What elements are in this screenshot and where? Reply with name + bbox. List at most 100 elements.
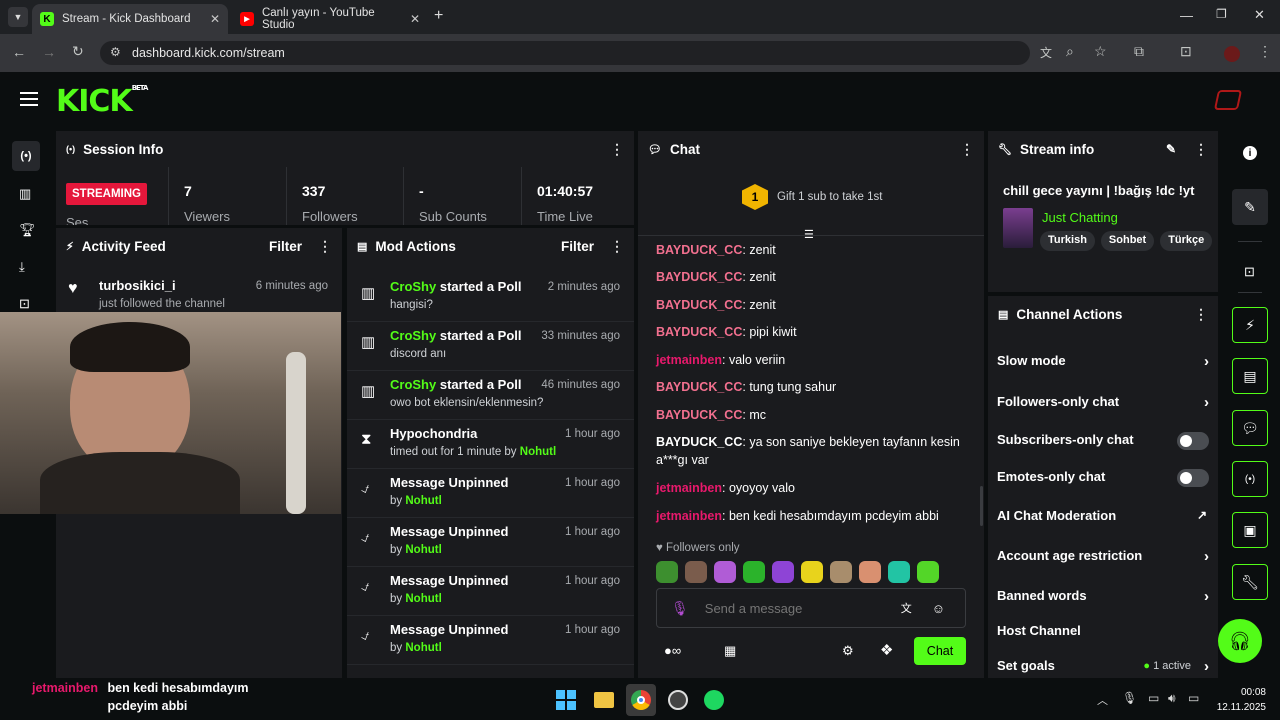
people-icon[interactable]: ●∞ [664,643,681,658]
gift-text[interactable]: Gift 1 sub to take 1st [777,191,882,203]
zoom-icon[interactable]: ⌕ [1066,43,1074,60]
back-icon[interactable]: ← [12,44,26,60]
rail-lightning-button[interactable]: ⚡︎ [1232,307,1268,343]
spotify-taskbar-icon[interactable] [704,690,724,710]
filter-button[interactable]: Filter [561,239,594,254]
microphone-tray-icon[interactable]: 🎙︎ [1122,691,1137,705]
clip-icon[interactable]: ⊡ [1244,264,1255,280]
chat-username[interactable]: jetmainben [656,353,722,367]
network-tray-icon[interactable]: ▭ [1148,691,1159,705]
chat-message[interactable]: jetmainben: ben kedi hesabımdayım pcdeyi… [656,507,968,525]
edit-pencil-icon[interactable]: ✎ [1166,142,1176,156]
chat-username[interactable]: jetmainben [656,481,722,495]
volume-tray-icon[interactable]: 🔊︎ [1168,691,1176,706]
stream-tag[interactable]: Turkish [1040,231,1095,251]
translate-icon[interactable]: 文 [901,600,912,616]
maximize-button[interactable]: ❐ [1216,7,1227,21]
kick-logo[interactable]: KICKBETA [56,84,148,119]
nav-clips-icon[interactable]: ⊡ [19,296,30,312]
chat-username[interactable]: BAYDUCK_CC [656,325,742,339]
chrome-taskbar-icon[interactable] [626,684,656,716]
clock-time[interactable]: 00:08 [1226,687,1266,698]
chat-message[interactable]: BAYDUCK_CC: zenit [656,296,968,314]
screenshot-icon[interactable]: ⊡ [1180,43,1192,60]
rail-broadcast-button[interactable]: (•) [1232,461,1268,497]
chat-message[interactable]: BAYDUCK_CC: tung tung sahur [656,378,968,396]
translate-icon[interactable]: 文 [1040,44,1052,61]
more-options-icon[interactable]: ⋮ [1194,141,1208,158]
microphone-icon[interactable]: 🎙︎ [671,600,689,617]
gift-icon[interactable]: ❖ [880,641,893,659]
close-tab-icon[interactable]: ✕ [410,12,420,26]
chat-message[interactable]: jetmainben: oyoyoy valo [656,479,968,497]
nav-stream-icon[interactable]: (•) [12,141,40,171]
rail-chat-button[interactable]: 💬︎ [1232,410,1268,446]
chat-input[interactable] [704,600,895,616]
channel-action-set-goals[interactable]: Set goals ● 1 active › [997,658,1209,678]
more-options-icon[interactable]: ⋮ [318,238,332,255]
stream-tag[interactable]: Türkçe [1160,231,1213,251]
hamburger-menu-icon[interactable] [20,92,38,106]
edit-rail-button[interactable]: ✎ [1232,189,1268,225]
more-options-icon[interactable]: ⋮ [610,141,624,158]
nav-analytics-icon[interactable]: ▥ [19,186,31,202]
emote-icon[interactable] [801,561,823,583]
forward-icon[interactable]: → [42,44,56,60]
address-bar[interactable]: ⚙ dashboard.kick.com/stream [100,41,1030,65]
rail-video-button[interactable]: ▣ [1232,512,1268,548]
clock-date[interactable]: 12.11.2025 [1206,702,1266,713]
tab-search-button[interactable]: ▼ [8,7,28,27]
rail-document-button[interactable]: ▤ [1232,358,1268,394]
channel-action-ai-chat-moderation[interactable]: AI Chat Moderation ↗ [997,508,1209,528]
emote-icon[interactable] [656,561,678,583]
close-window-button[interactable]: ✕ [1254,7,1265,23]
toggle-switch[interactable] [1177,432,1209,450]
filter-button[interactable]: Filter [269,239,302,254]
scrollbar[interactable] [980,486,983,526]
emote-icon[interactable] [917,561,939,583]
chat-message[interactable]: BAYDUCK_CC: mc [656,406,968,424]
support-headset-button[interactable]: 🎧︎ [1218,619,1262,663]
chat-username[interactable]: BAYDUCK_CC [656,408,742,422]
close-tab-icon[interactable]: ✕ [210,12,220,26]
tray-chevron-icon[interactable]: ︿ [1097,692,1108,708]
rail-wrench-button[interactable]: 🔧︎ [1232,564,1268,600]
bookmark-star-icon[interactable]: ☆ [1094,43,1107,60]
chat-message[interactable]: BAYDUCK_CC: zenit [656,241,968,259]
emote-icon[interactable] [830,561,852,583]
emote-icon[interactable] [685,561,707,583]
emote-icon[interactable] [888,561,910,583]
more-options-icon[interactable]: ⋮ [960,141,974,158]
chat-username[interactable]: BAYDUCK_CC [656,435,742,449]
emote-icon[interactable] [743,561,765,583]
obs-taskbar-icon[interactable] [668,690,688,710]
new-tab-button[interactable]: + [434,7,443,25]
browser-menu-icon[interactable]: ⋮ [1258,43,1272,60]
send-chat-button[interactable]: Chat [914,637,966,665]
emote-icon[interactable] [714,561,736,583]
stream-tag[interactable]: Sohbet [1100,231,1155,251]
settings-gear-icon[interactable]: ⚙ [842,643,854,659]
chat-username[interactable]: BAYDUCK_CC [656,270,742,284]
collapse-icon[interactable]: ☰ [804,228,814,241]
emote-icon[interactable] [772,561,794,583]
tab-youtube-studio[interactable]: ▶ Canlı yayın - YouTube Studio ✕ [232,4,428,34]
info-icon[interactable]: i [1243,146,1257,160]
channel-action-banned-words[interactable]: Banned words › [997,588,1209,608]
channel-action-host-channel[interactable]: Host Channel [997,623,1209,643]
extensions-icon[interactable]: ⧉ [1134,43,1144,60]
chat-username[interactable]: BAYDUCK_CC [656,298,742,312]
category-name[interactable]: Just Chatting [1042,210,1118,225]
nav-trophy-icon[interactable]: 🏆︎ [19,222,36,238]
reload-icon[interactable]: ↻ [72,43,84,60]
toggle-switch[interactable] [1177,469,1209,487]
chat-message[interactable]: BAYDUCK_CC: zenit [656,268,968,286]
minimize-button[interactable]: — [1180,8,1193,23]
windows-start-icon[interactable] [556,690,576,710]
channel-action-subscribers-only-chat[interactable]: Subscribers-only chat [997,432,1209,452]
profile-avatar[interactable] [1224,46,1240,62]
chat-username[interactable]: BAYDUCK_CC [656,243,742,257]
site-info-icon[interactable]: ⚙ [110,45,121,59]
emoji-icon[interactable]: ☺ [932,601,945,616]
chat-message[interactable]: BAYDUCK_CC: pipi kiwit [656,323,968,341]
